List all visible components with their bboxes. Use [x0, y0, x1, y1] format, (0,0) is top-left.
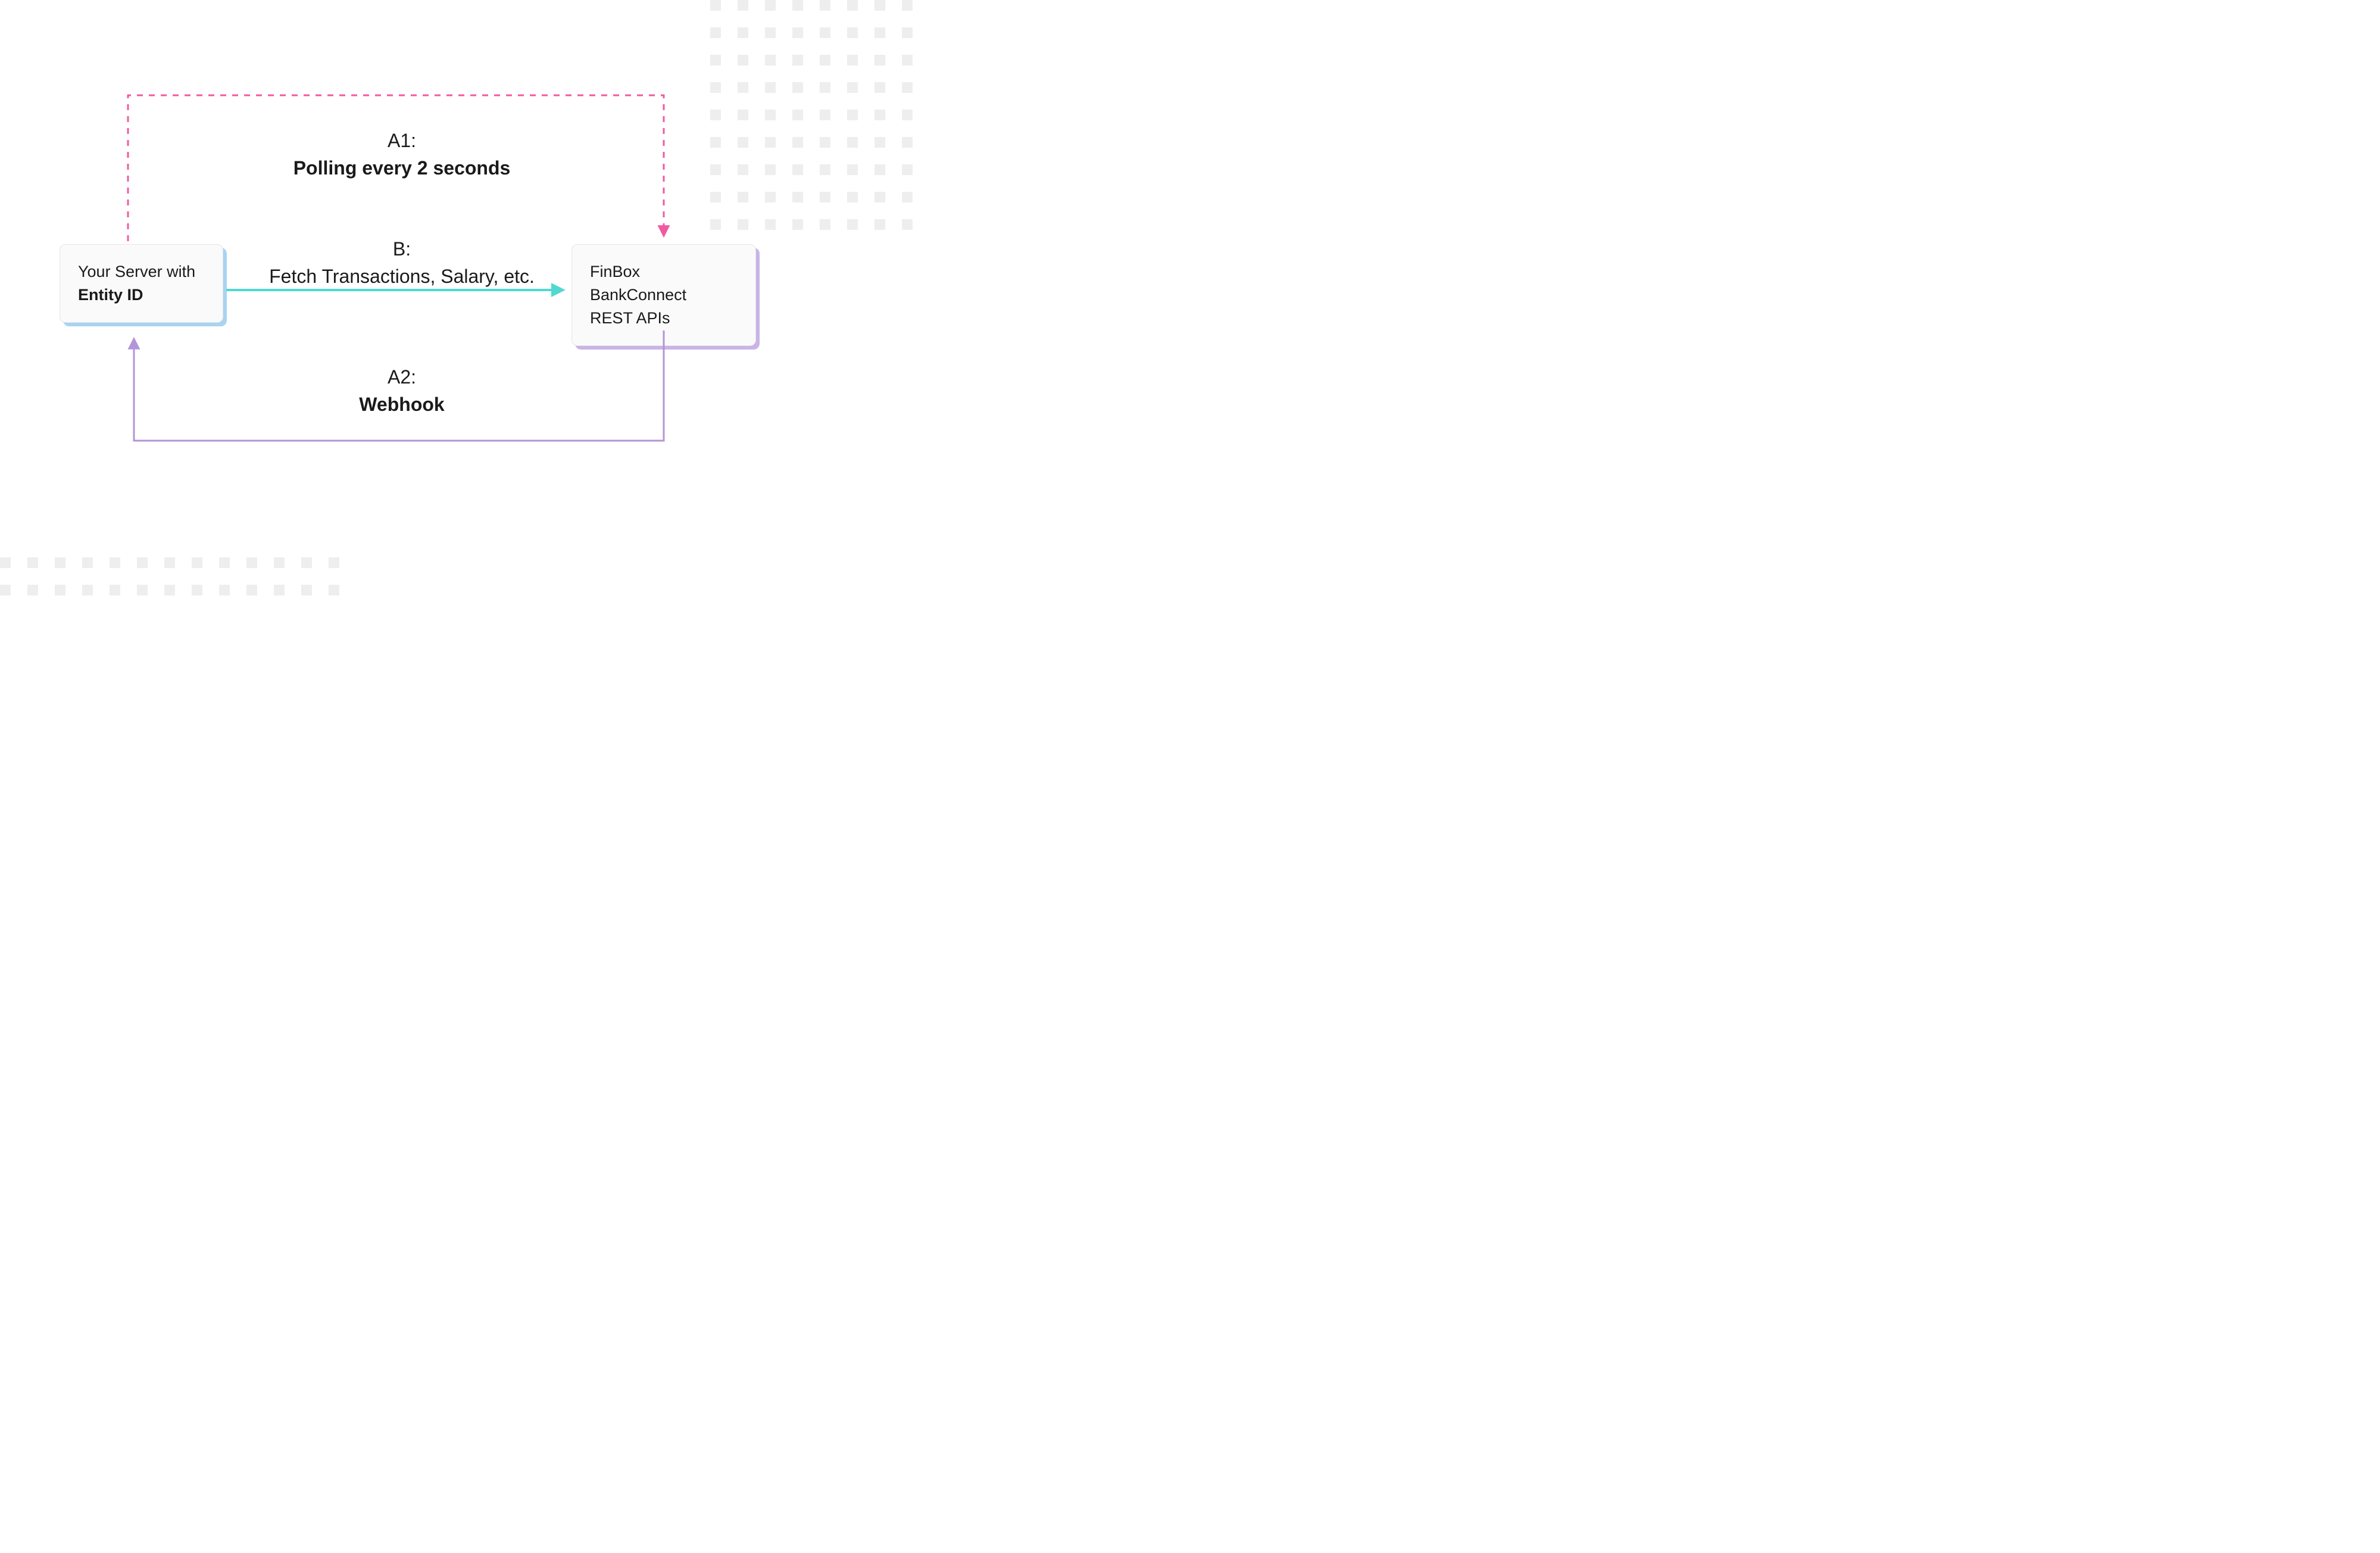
label-a2-tag: A2: [388, 366, 416, 388]
label-a1-text: Polling every 2 seconds [293, 157, 511, 179]
node-right-line2: REST APIs [590, 309, 670, 327]
decorative-dot-grid-top-right [710, 0, 913, 230]
label-b-tag: B: [393, 238, 411, 260]
label-b-text: Fetch Transactions, Salary, etc. [269, 266, 535, 287]
decorative-dot-grid-bottom-left [0, 557, 339, 595]
label-b: B: Fetch Transactions, Salary, etc. [238, 235, 566, 291]
node-right-line1: FinBox BankConnect [590, 263, 686, 304]
label-a1: A1: Polling every 2 seconds [238, 127, 566, 182]
node-your-server: Your Server with Entity ID [60, 244, 223, 323]
label-a2: A2: Webhook [238, 363, 566, 419]
node-left-line1: Your Server with [78, 263, 195, 280]
node-finbox-apis: FinBox BankConnect REST APIs [571, 244, 756, 346]
label-a2-text: Webhook [359, 394, 444, 415]
label-a1-tag: A1: [388, 130, 416, 151]
node-left-line2: Entity ID [78, 286, 143, 304]
